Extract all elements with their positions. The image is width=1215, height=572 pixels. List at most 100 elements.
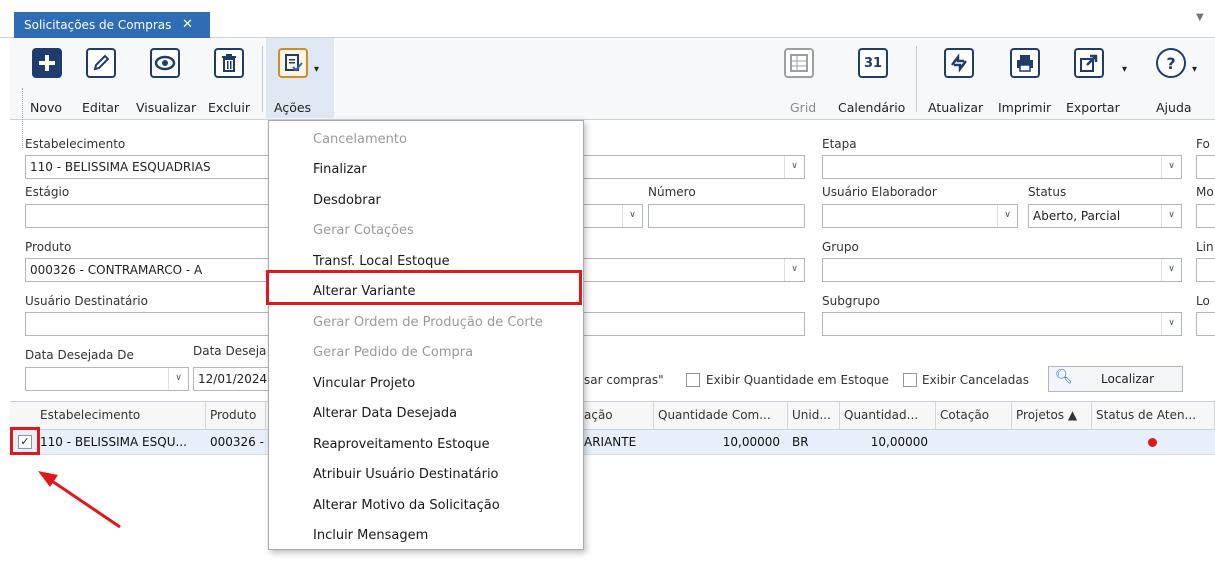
imprimir-button[interactable]: Imprimir [996, 38, 1056, 118]
data-desejada-ate-input[interactable]: 12/01/2024 [193, 367, 273, 391]
menu-item-desdobrar[interactable]: Desdobrar [269, 186, 583, 216]
exportar-label: Exportar [1066, 100, 1120, 115]
checklist-icon [278, 48, 308, 78]
mo-input[interactable] [1196, 204, 1215, 228]
editar-label: Editar [82, 100, 120, 115]
tab-strip: Solicitações de Compras ✕ ▼ [0, 0, 1215, 38]
status-value: Aberto, Parcial [1033, 209, 1121, 223]
menu-item-gerar-cotacoes[interactable]: Gerar Cotações [269, 216, 583, 246]
dropdown-arrow-icon: ▾ [1192, 64, 1198, 75]
toolbar-separator [262, 46, 263, 112]
produto-value: 000326 - CONTRAMARCO - A [30, 263, 203, 277]
grupo-label: Grupo [822, 240, 859, 254]
menu-item-finalizar[interactable]: Finalizar [269, 155, 583, 185]
novo-button[interactable]: Novo [28, 38, 72, 118]
visualizar-button[interactable]: Visualizar [134, 38, 196, 118]
menu-item-cancelamento[interactable]: Cancelamento [269, 125, 583, 155]
status-select[interactable]: Aberto, Parcial ∨ [1028, 204, 1182, 228]
menu-item-alterar-motivo-solicitacao[interactable]: Alterar Motivo da Solicitação [269, 491, 583, 521]
subgrupo-select[interactable]: ∨ [822, 312, 1182, 336]
column-header[interactable]: Projetos ▲ [1012, 402, 1092, 430]
editar-button[interactable]: Editar [80, 38, 124, 118]
chevron-down-icon[interactable]: ∨ [784, 156, 804, 178]
fo-label: Fo [1196, 137, 1210, 151]
chevron-down-icon[interactable]: ∨ [784, 259, 804, 281]
menu-item-alterar-data-desejada[interactable]: Alterar Data Desejada [269, 399, 583, 429]
column-header[interactable]: Quantidade Com... [654, 402, 788, 430]
cell-unidade: BR [792, 435, 809, 449]
tab-title: Solicitações de Compras [24, 18, 172, 32]
chevron-down-icon[interactable]: ∨ [1161, 259, 1181, 281]
calendario-button[interactable]: 31 Calendário [830, 38, 910, 118]
column-header[interactable]: Estabelecimento [36, 402, 206, 430]
acoes-button[interactable]: ▾ Ações [266, 38, 334, 118]
cell-produto: 000326 - C [210, 435, 266, 449]
chevron-down-icon[interactable]: ∨ [1161, 313, 1181, 335]
column-header[interactable]: ação [580, 402, 654, 430]
lo-input[interactable] [1196, 312, 1215, 336]
lin-label: Lin [1196, 240, 1214, 254]
calendar-day: 31 [863, 55, 883, 71]
menu-item-incluir-mensagem[interactable]: Incluir Mensagem [269, 521, 583, 551]
grid-button[interactable]: Grid [780, 38, 820, 118]
tab-solicitacoes[interactable]: Solicitações de Compras ✕ [14, 12, 210, 38]
chevron-down-icon[interactable]: ▼ [1196, 12, 1204, 23]
menu-item-gerar-ordem-producao-corte[interactable]: Gerar Ordem de Produção de Corte [269, 308, 583, 338]
usuario-elaborador-label: Usuário Elaborador [822, 185, 937, 199]
chevron-down-icon[interactable]: ∨ [997, 205, 1017, 227]
column-header[interactable]: Cotação [936, 402, 1012, 430]
export-icon [1074, 48, 1104, 78]
localizar-button[interactable]: 🔍︎ Localizar [1048, 366, 1183, 392]
exibir-canceladas-checkbox[interactable] [903, 373, 917, 387]
calendario-label: Calendário [838, 100, 906, 115]
etapa-label: Etapa [822, 137, 857, 151]
exibir-qtd-estoque-checkbox[interactable] [686, 373, 700, 387]
etapa-select[interactable]: ∨ [822, 155, 1182, 179]
atualizar-label: Atualizar [928, 100, 984, 115]
table-row[interactable]: ✓ 110 - BELISSIMA ESQU... 000326 - C ARI… [10, 430, 1215, 455]
cell-estabelecimento: 110 - BELISSIMA ESQU... [40, 435, 187, 449]
novo-label: Novo [30, 100, 63, 115]
numero-input[interactable] [648, 204, 805, 228]
calendar-icon: 31 [858, 48, 888, 78]
trash-icon [214, 48, 244, 78]
exportar-button[interactable]: ▾ Exportar [1062, 38, 1132, 118]
ajuda-button[interactable]: ? ▾ Ajuda [1142, 38, 1202, 118]
pencil-icon [86, 48, 116, 78]
usar-compras-text: sar compras" [584, 373, 664, 387]
data-desejada-de-input[interactable]: ∨ [25, 367, 189, 391]
chevron-down-icon[interactable]: ∨ [1161, 156, 1181, 178]
chevron-down-icon[interactable]: ∨ [168, 368, 188, 390]
chevron-down-icon[interactable]: ∨ [622, 205, 642, 227]
acoes-label: Ações [274, 100, 312, 115]
column-header[interactable]: Produto [206, 402, 266, 430]
grid-label: Grid [790, 100, 817, 115]
usuario-elaborador-select[interactable]: ∨ [822, 204, 1018, 228]
data-desejada-ate-value: 12/01/2024 [198, 372, 268, 386]
excluir-button[interactable]: Excluir [206, 38, 256, 118]
plus-icon [32, 48, 62, 78]
data-desejada-de-label: Data Desejada De [25, 348, 134, 362]
atualizar-button[interactable]: Atualizar [922, 38, 994, 118]
grid-icon [784, 48, 814, 78]
status-label: Status [1028, 185, 1067, 199]
chevron-down-icon[interactable]: ∨ [1161, 205, 1181, 227]
visualizar-label: Visualizar [136, 100, 197, 115]
dropdown-arrow-icon: ▾ [314, 64, 320, 75]
fo-input[interactable] [1196, 155, 1215, 179]
help-icon: ? [1156, 48, 1186, 78]
column-header[interactable]: Quantidad... [840, 402, 936, 430]
close-icon[interactable]: ✕ [182, 17, 193, 32]
menu-item-gerar-pedido-compra[interactable]: Gerar Pedido de Compra [269, 338, 583, 368]
cell-quantidade: 10,00000 [870, 435, 928, 449]
grupo-select[interactable]: ∨ [822, 258, 1182, 282]
status-indicator-icon [1148, 438, 1157, 447]
menu-item-atribuir-usuario-destinatario[interactable]: Atribuir Usuário Destinatário [269, 460, 583, 490]
column-header[interactable]: Status de Aten... [1092, 402, 1215, 430]
menu-item-vincular-projeto[interactable]: Vincular Projeto [269, 369, 583, 399]
menu-item-reaproveitamento-estoque[interactable]: Reaproveitamento Estoque [269, 430, 583, 460]
lin-input[interactable] [1196, 258, 1215, 282]
eye-icon [150, 48, 180, 78]
column-header[interactable]: Unid... [788, 402, 840, 430]
cell-acao: ARIANTE [584, 435, 637, 449]
